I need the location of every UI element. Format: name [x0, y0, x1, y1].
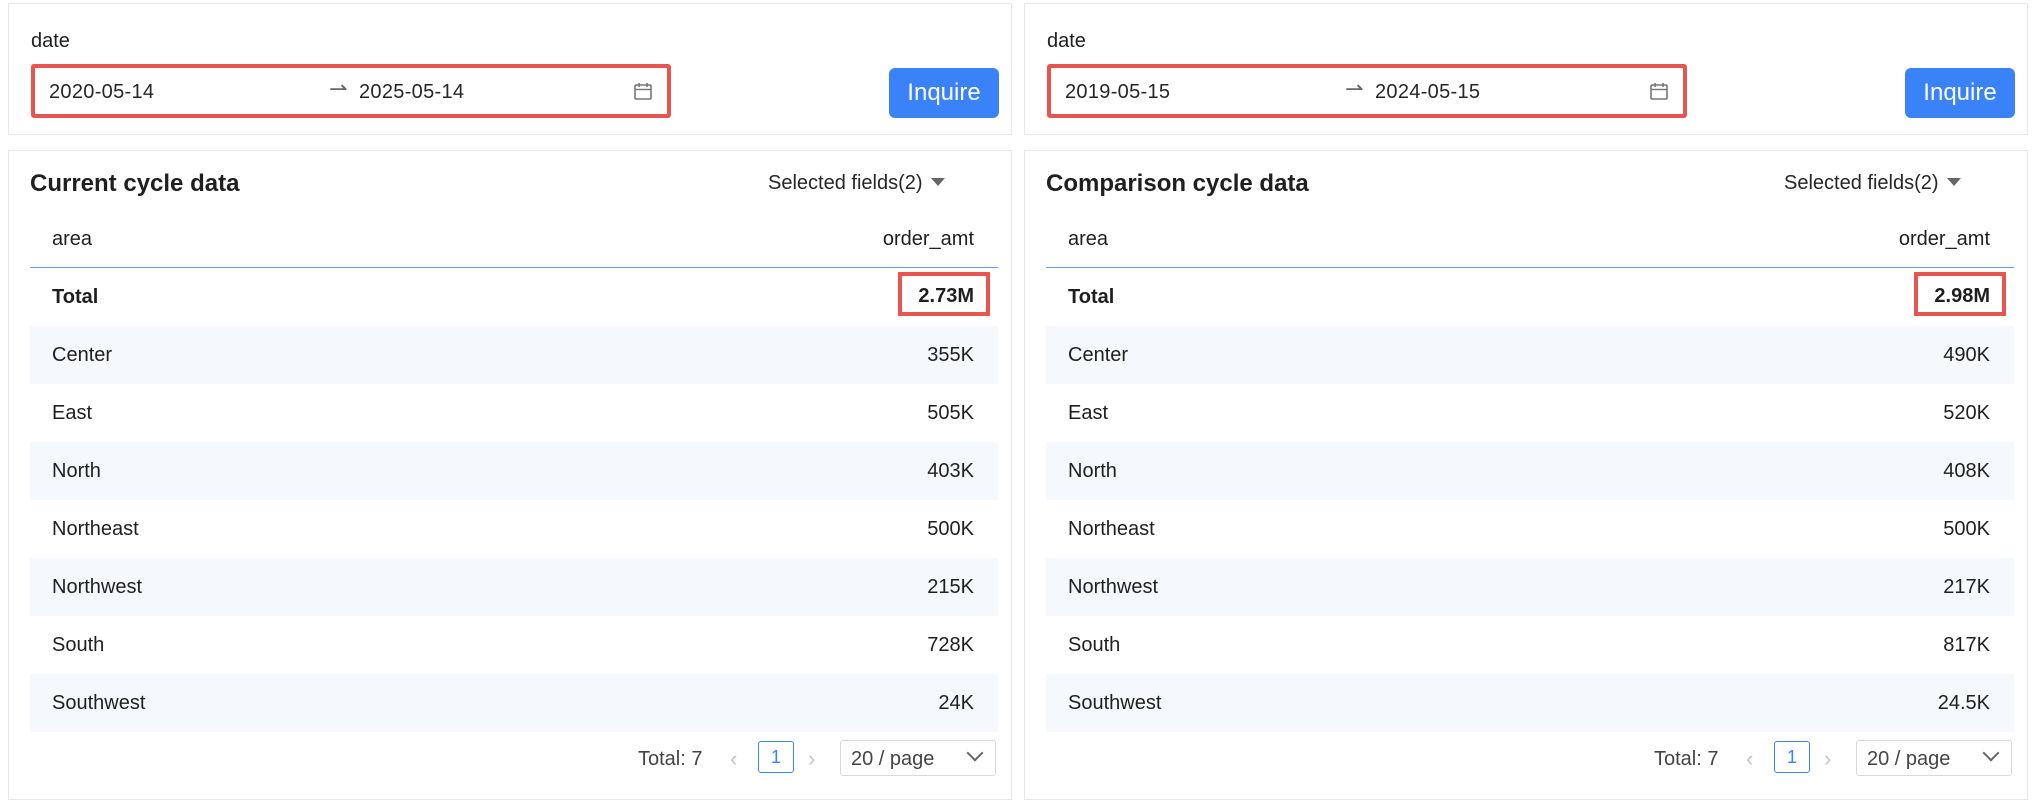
area-cell: Center: [1068, 344, 1129, 366]
column-header-order-amt[interactable]: order_amt: [1899, 228, 1990, 251]
prev-page-icon[interactable]: ‹: [730, 746, 737, 772]
page-size-select[interactable]: 20 / page: [1856, 740, 2012, 776]
table-row-total: Total 2.73M: [30, 268, 998, 326]
page-size-select[interactable]: 20 / page: [840, 740, 996, 776]
amount-cell: 24.5K: [1937, 692, 1990, 714]
current-cycle-title: Current cycle data: [30, 170, 240, 197]
total-value: 2.98M: [1934, 285, 1990, 307]
table-row: Southwest 24K: [30, 674, 998, 732]
table-row: South 728K: [30, 616, 998, 674]
area-cell: Southwest: [1068, 692, 1162, 714]
table-header: area order_amt: [30, 212, 998, 268]
amount-cell: 520K: [1943, 402, 1990, 424]
table-row-total: Total 2.98M: [1046, 268, 2014, 326]
area-cell: Southwest: [52, 692, 146, 714]
amount-cell: 505K: [927, 402, 974, 424]
page-size-label: 20 / page: [851, 748, 935, 770]
area-cell: Center: [52, 344, 113, 366]
page-1-button[interactable]: 1: [758, 741, 794, 773]
table-row: North 408K: [1046, 442, 2014, 500]
amount-cell: 490K: [1943, 344, 1990, 366]
amount-cell: 215K: [927, 576, 974, 598]
column-header-area[interactable]: area: [52, 228, 92, 251]
area-cell: North: [1068, 460, 1117, 482]
table-row: Center 490K: [1046, 326, 2014, 384]
table-row: Center 355K: [30, 326, 998, 384]
selected-fields-label: Selected fields(2): [1784, 172, 1939, 194]
total-value-highlight: 2.98M: [1914, 272, 2006, 316]
chevron-down-icon: [966, 744, 984, 762]
total-label: Total: [52, 286, 99, 308]
area-cell: South: [1068, 634, 1121, 656]
pagination-total: Total: 7: [638, 748, 703, 770]
comparison-cycle-title: Comparison cycle data: [1046, 170, 1309, 197]
selected-fields-dropdown[interactable]: Selected fields(2): [768, 172, 945, 195]
next-page-icon[interactable]: ›: [1824, 746, 1831, 772]
amount-cell: 408K: [1943, 460, 1990, 482]
page-1-button[interactable]: 1: [1774, 741, 1810, 773]
table-row: Northeast 500K: [30, 500, 998, 558]
amount-cell: 24K: [938, 692, 974, 714]
caret-down-icon: [1946, 177, 1961, 186]
table-row: East 505K: [30, 384, 998, 442]
area-cell: East: [1068, 402, 1109, 424]
caret-down-icon: [930, 177, 945, 186]
chevron-down-icon: [1982, 744, 2000, 762]
amount-cell: 500K: [1943, 518, 1990, 540]
amount-cell: 355K: [927, 344, 974, 366]
area-cell: North: [52, 460, 101, 482]
area-cell: Northwest: [52, 576, 143, 598]
prev-page-icon[interactable]: ‹: [1746, 746, 1753, 772]
amount-cell: 403K: [927, 460, 974, 482]
table-row: North 403K: [30, 442, 998, 500]
amount-cell: 217K: [1943, 576, 1990, 598]
column-header-order-amt[interactable]: order_amt: [883, 228, 974, 251]
amount-cell: 817K: [1943, 634, 1990, 656]
column-header-area[interactable]: area: [1068, 228, 1108, 251]
table-row: Northwest 217K: [1046, 558, 2014, 616]
total-value: 2.73M: [918, 285, 974, 307]
amount-cell: 728K: [927, 634, 974, 656]
selected-fields-label: Selected fields(2): [768, 172, 923, 194]
current-cycle-table: area order_amt Total 2.73M Center 355K Ea…: [30, 212, 998, 732]
table-header: area order_amt: [1046, 212, 2014, 268]
page-size-label: 20 / page: [1867, 748, 1951, 770]
right-data-content: Comparison cycle data Selected fields(2)…: [1024, 0, 2028, 804]
left-data-content: Current cycle data Selected fields(2) ar…: [8, 0, 1012, 804]
total-value-highlight: 2.73M: [898, 272, 990, 316]
area-cell: Northeast: [1068, 518, 1155, 540]
next-page-icon[interactable]: ›: [808, 746, 815, 772]
selected-fields-dropdown[interactable]: Selected fields(2): [1784, 172, 1961, 195]
total-label: Total: [1068, 286, 1115, 308]
table-row: South 817K: [1046, 616, 2014, 674]
table-row: Northeast 500K: [1046, 500, 2014, 558]
table-row: Northwest 215K: [30, 558, 998, 616]
comparison-cycle-table: area order_amt Total 2.98M Center 490K Ea…: [1046, 212, 2014, 732]
amount-cell: 500K: [927, 518, 974, 540]
table-row: Southwest 24.5K: [1046, 674, 2014, 732]
area-cell: Northeast: [52, 518, 139, 540]
table-row: East 520K: [1046, 384, 2014, 442]
area-cell: South: [52, 634, 105, 656]
pagination-total: Total: 7: [1654, 748, 1719, 770]
area-cell: Northwest: [1068, 576, 1159, 598]
area-cell: East: [52, 402, 93, 424]
